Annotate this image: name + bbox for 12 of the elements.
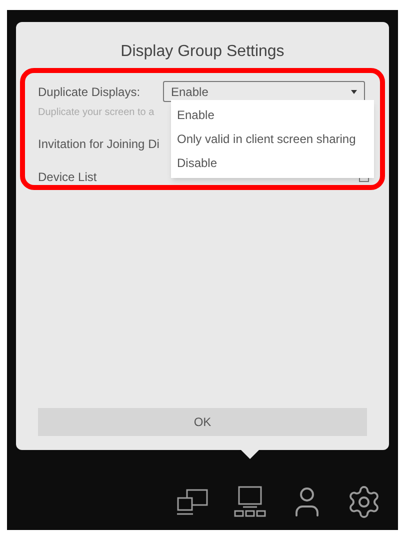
dropdown-caret-icon bbox=[351, 90, 357, 94]
duplicate-displays-select[interactable]: Enable bbox=[163, 81, 365, 102]
field-description: Duplicate your screen to a bbox=[38, 106, 154, 120]
dropdown-option[interactable]: Disable bbox=[171, 151, 374, 175]
dialog-title: Display Group Settings bbox=[120, 42, 286, 62]
dropdown-option[interactable]: Enable bbox=[171, 103, 374, 127]
display-group-icon[interactable] bbox=[232, 484, 268, 520]
ok-button[interactable]: OK bbox=[38, 408, 367, 436]
dropdown-option[interactable]: Only valid in client screen sharing bbox=[171, 127, 374, 151]
field-label: Duplicate Displays: bbox=[38, 84, 142, 100]
device-list-label: Device List bbox=[38, 169, 97, 186]
invitation-label: Invitation for Joining Di bbox=[38, 136, 160, 153]
